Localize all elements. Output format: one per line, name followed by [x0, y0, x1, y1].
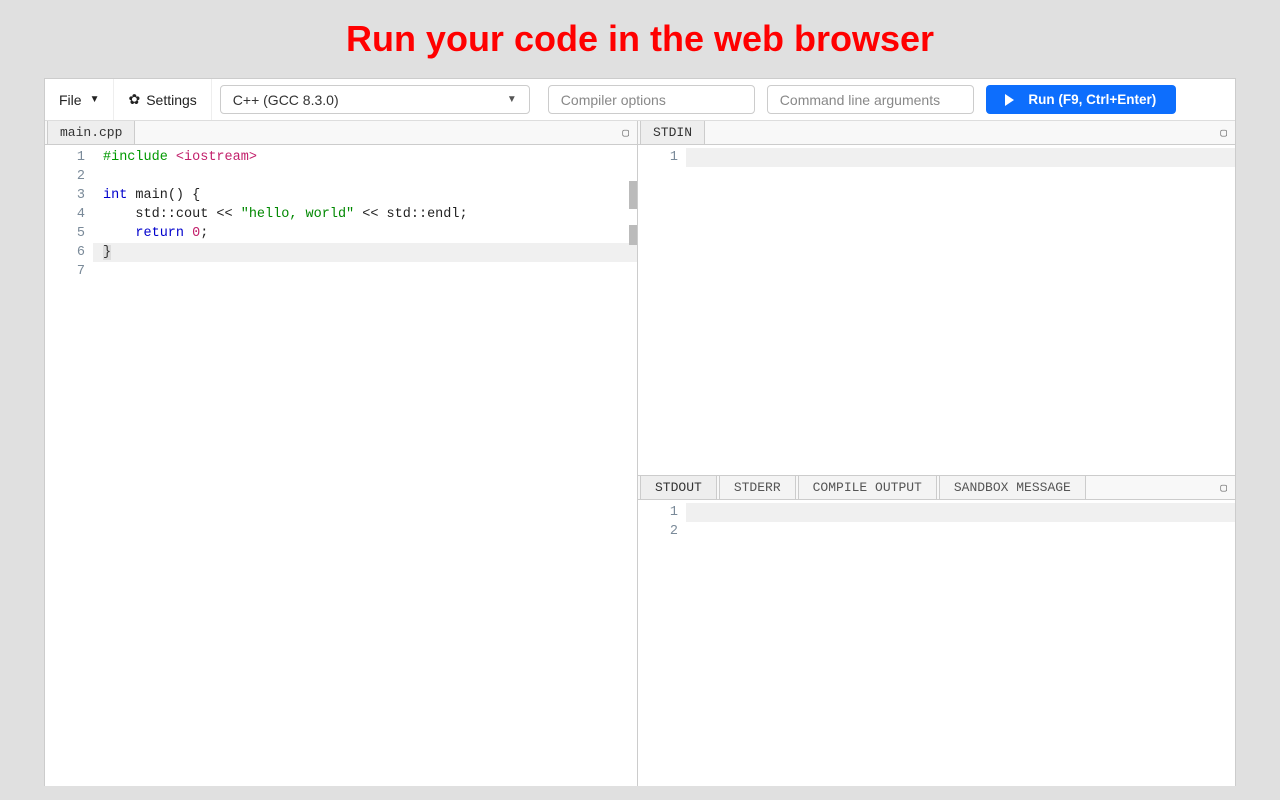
settings-button[interactable]: ✿ Settings — [114, 79, 211, 120]
play-icon — [1005, 94, 1014, 106]
maximize-icon[interactable]: ▢ — [614, 121, 637, 144]
stdin-gutter: 1 — [638, 145, 686, 475]
output-editor: 12 hello, world — [638, 500, 1235, 786]
io-column: STDIN ▢ 1 STDOUTSTDERRCOMPILE OUTPUTSAND… — [638, 121, 1235, 786]
tab-compile-output[interactable]: COMPILE OUTPUT — [798, 476, 937, 499]
caret-down-icon: ▼ — [507, 94, 517, 105]
stdin-tab-label: STDIN — [653, 125, 692, 140]
workspace: main.cpp ▢ 1234567 #include <iostream> i… — [45, 121, 1235, 786]
output-tabs: STDOUTSTDERRCOMPILE OUTPUTSANDBOX MESSAG… — [638, 476, 1235, 500]
tab-main-cpp[interactable]: main.cpp — [47, 121, 135, 144]
toolbar: File ▼ ✿ Settings C++ (GCC 8.3.0) ▼ Run … — [45, 79, 1235, 121]
run-button[interactable]: Run (F9, Ctrl+Enter) — [986, 85, 1176, 114]
editor-code[interactable]: #include <iostream> int main() { std::co… — [93, 145, 637, 786]
stdin-code[interactable] — [686, 145, 1235, 475]
output-gutter: 12 — [638, 500, 686, 786]
stdin-editor[interactable]: 1 — [638, 145, 1235, 475]
scrollbar-thumb[interactable] — [629, 181, 637, 209]
editor-tabs: main.cpp ▢ — [45, 121, 637, 145]
run-label: Run (F9, Ctrl+Enter) — [1028, 92, 1156, 107]
file-label: File — [59, 92, 82, 108]
settings-label: Settings — [146, 92, 197, 108]
tab-sandbox-message[interactable]: SANDBOX MESSAGE — [939, 476, 1086, 499]
compiler-options-input[interactable] — [548, 85, 755, 114]
headline: Run your code in the web browser — [0, 0, 1280, 78]
editor-gutter: 1234567 — [45, 145, 93, 786]
code-editor[interactable]: 1234567 #include <iostream> int main() {… — [45, 145, 637, 786]
output-code: hello, world — [686, 500, 1235, 786]
language-select[interactable]: C++ (GCC 8.3.0) ▼ — [220, 85, 530, 114]
cmdline-args-input[interactable] — [767, 85, 974, 114]
editor-column: main.cpp ▢ 1234567 #include <iostream> i… — [45, 121, 638, 786]
output-panel: STDOUTSTDERRCOMPILE OUTPUTSANDBOX MESSAG… — [638, 476, 1235, 786]
maximize-icon[interactable]: ▢ — [1212, 476, 1235, 499]
caret-down-icon: ▼ — [90, 94, 100, 105]
tab-stderr[interactable]: STDERR — [719, 476, 796, 499]
ide-panel: File ▼ ✿ Settings C++ (GCC 8.3.0) ▼ Run … — [44, 78, 1236, 786]
stdin-panel: STDIN ▢ 1 — [638, 121, 1235, 476]
tab-stdin[interactable]: STDIN — [640, 121, 705, 144]
scrollbar-thumb[interactable] — [629, 225, 637, 245]
language-value: C++ (GCC 8.3.0) — [233, 92, 339, 108]
file-menu[interactable]: File ▼ — [45, 79, 114, 120]
gear-icon: ✿ — [128, 91, 140, 108]
tab-filename: main.cpp — [60, 125, 122, 140]
stdin-tabs: STDIN ▢ — [638, 121, 1235, 145]
tab-stdout[interactable]: STDOUT — [640, 476, 717, 499]
maximize-icon[interactable]: ▢ — [1212, 121, 1235, 144]
